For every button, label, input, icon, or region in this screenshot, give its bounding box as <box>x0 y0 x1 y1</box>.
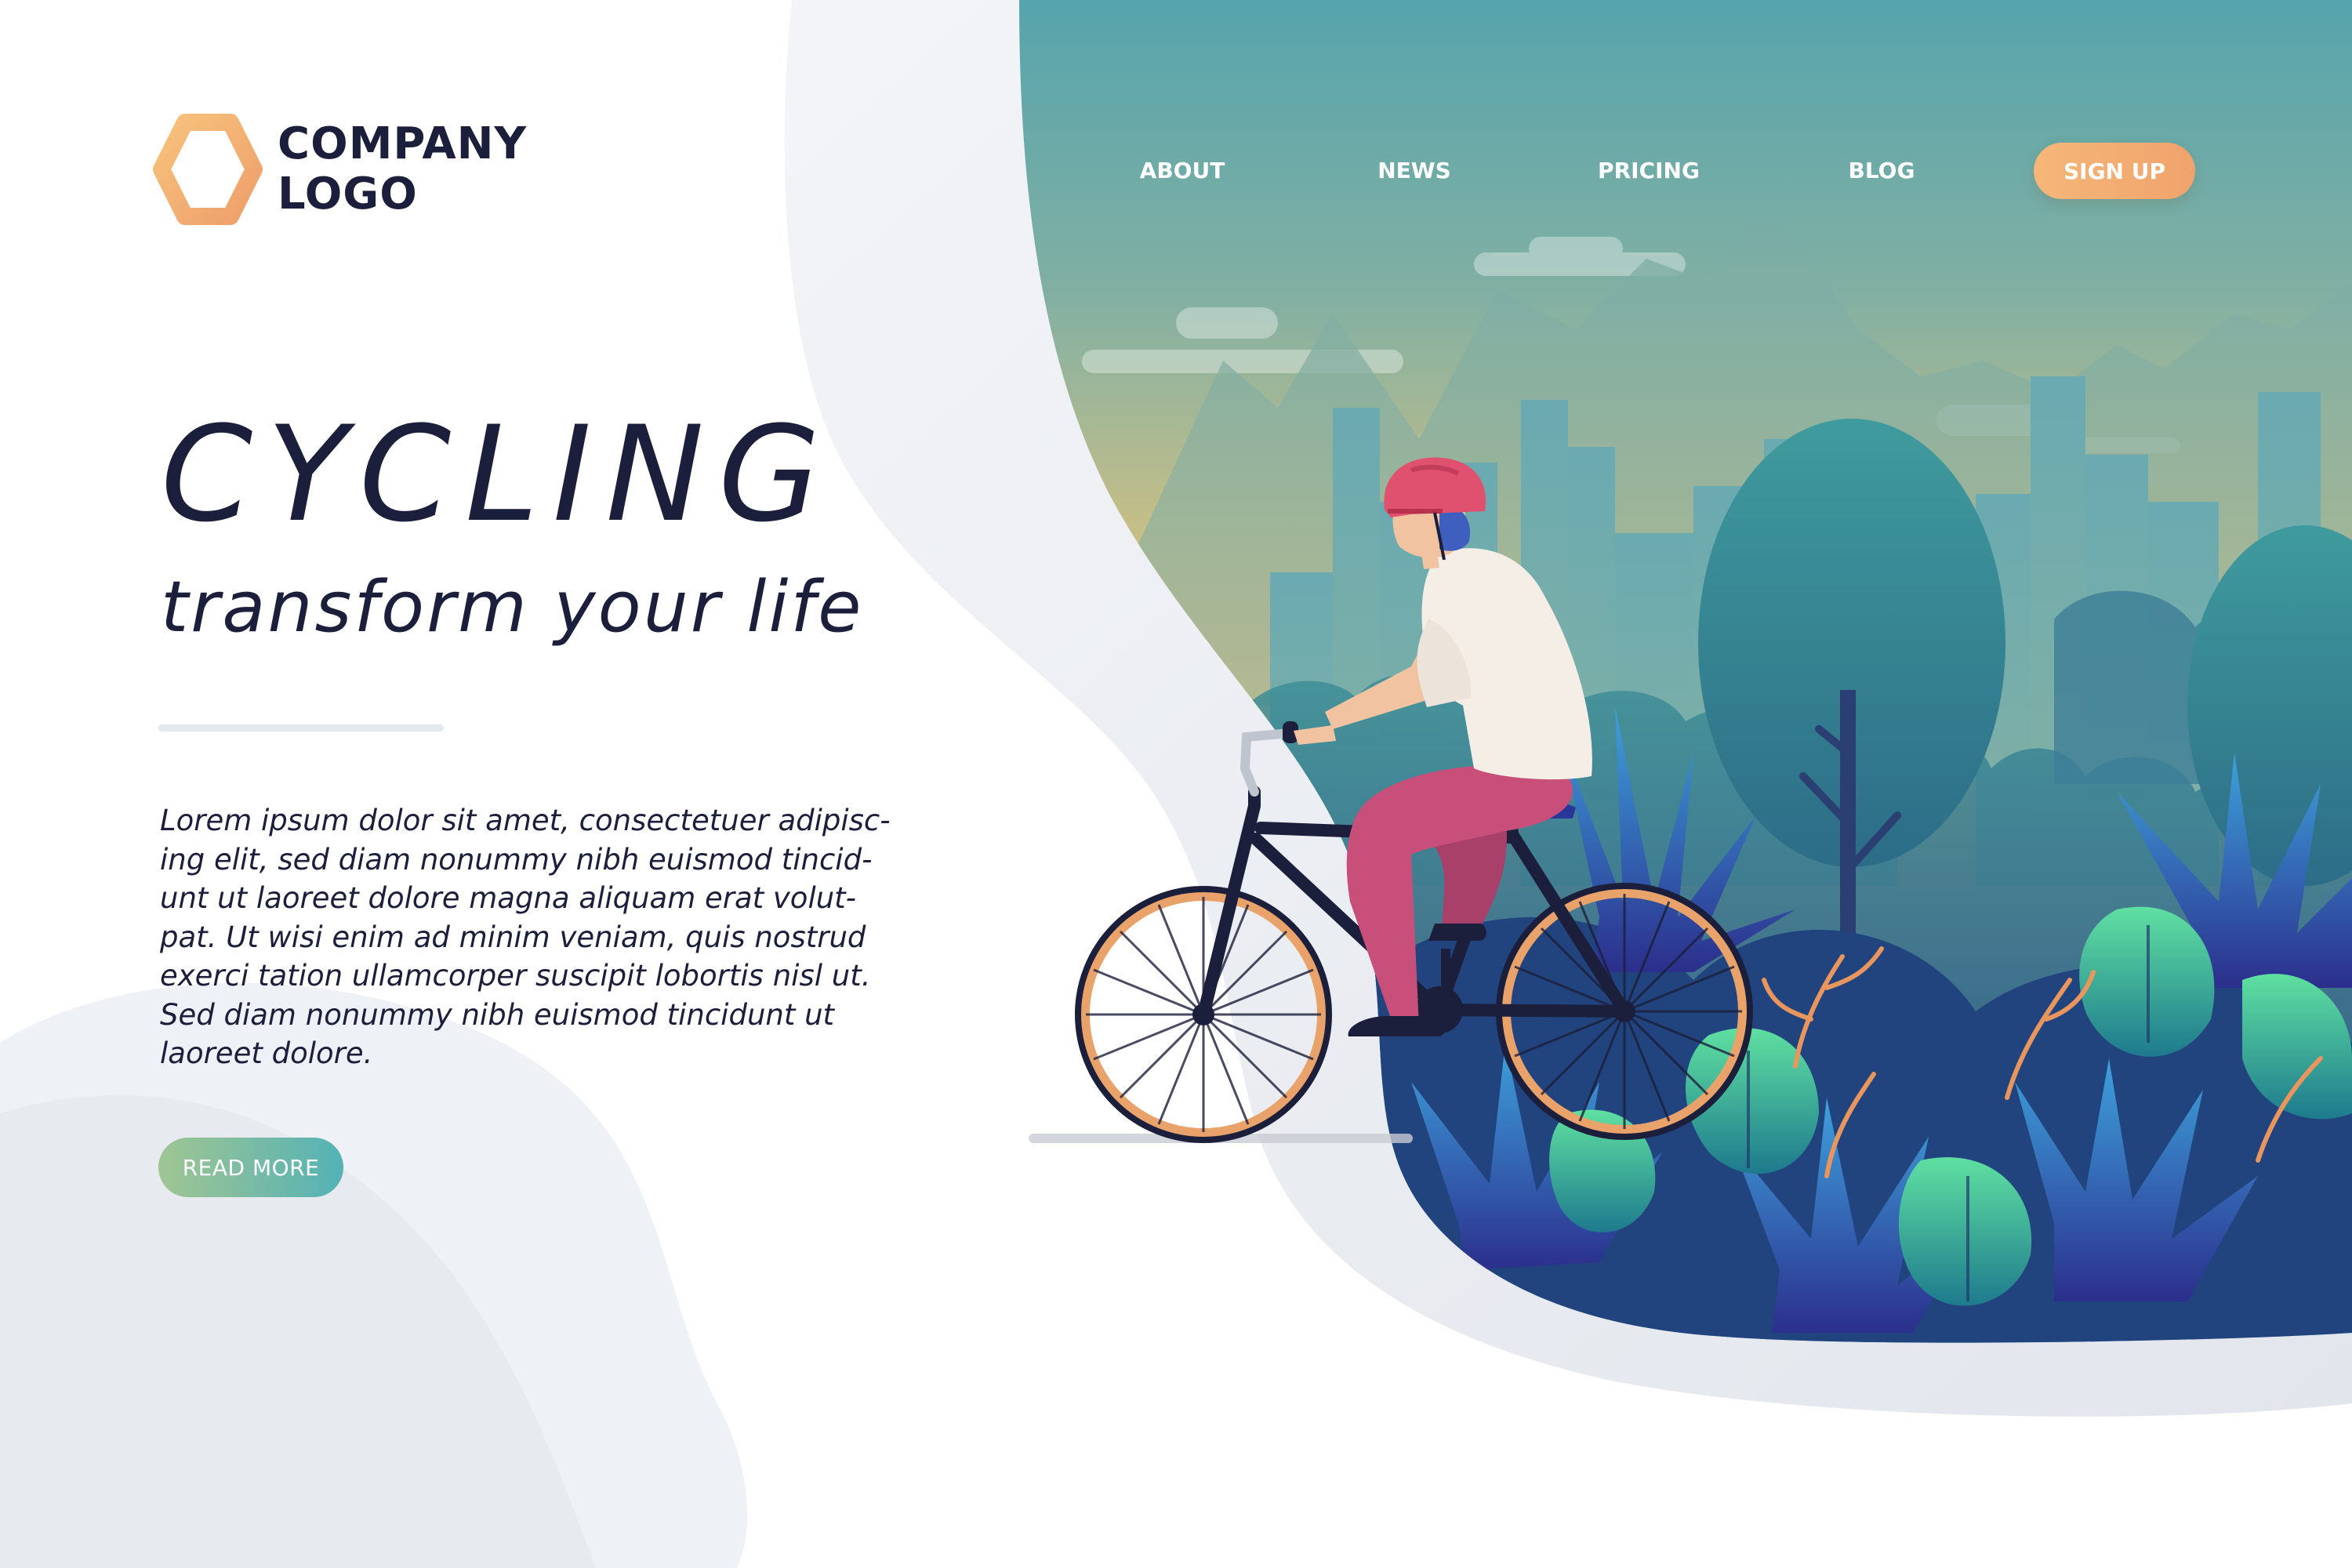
read-more-button[interactable]: READ MORE <box>158 1138 343 1197</box>
company-logo[interactable]: COMPANY LOGO <box>155 119 526 229</box>
nav-pricing[interactable]: PRICING <box>1578 154 1719 188</box>
logo-line-1: COMPANY <box>278 118 528 169</box>
logo-text: COMPANY LOGO <box>278 119 527 220</box>
nav-about[interactable]: ABOUT <box>1112 154 1253 188</box>
nav-news[interactable]: NEWS <box>1344 154 1485 188</box>
body-line: pat. Ut wisi enim ad minim veniam, quis … <box>160 920 866 954</box>
nav-blog[interactable]: BLOG <box>1811 154 1952 188</box>
hero-title: CYCLING <box>161 397 835 551</box>
hero-illustration <box>0 0 2352 1568</box>
body-line: unt ut laoreet dolore magna aliquam erat… <box>160 881 857 915</box>
body-line: ing elit, sed diam nonummy nibh euismod … <box>160 842 873 877</box>
body-line: Lorem ipsum dolor sit amet, consectetuer… <box>160 804 891 837</box>
hero-body-text: Lorem ipsum dolor sit amet, consectetuer… <box>160 801 891 1073</box>
hero-divider <box>158 724 444 731</box>
signup-button[interactable]: SIGN UP <box>2034 143 2195 199</box>
hero-subtitle: transform your life <box>161 566 864 648</box>
logo-line-2: LOGO <box>278 169 418 220</box>
body-line: Sed diam nonummy nibh euismod tincidunt … <box>160 997 835 1032</box>
body-line: laoreet dolore. <box>160 1036 373 1070</box>
body-line: exerci tation ullamcorper suscipit lobor… <box>160 959 871 993</box>
